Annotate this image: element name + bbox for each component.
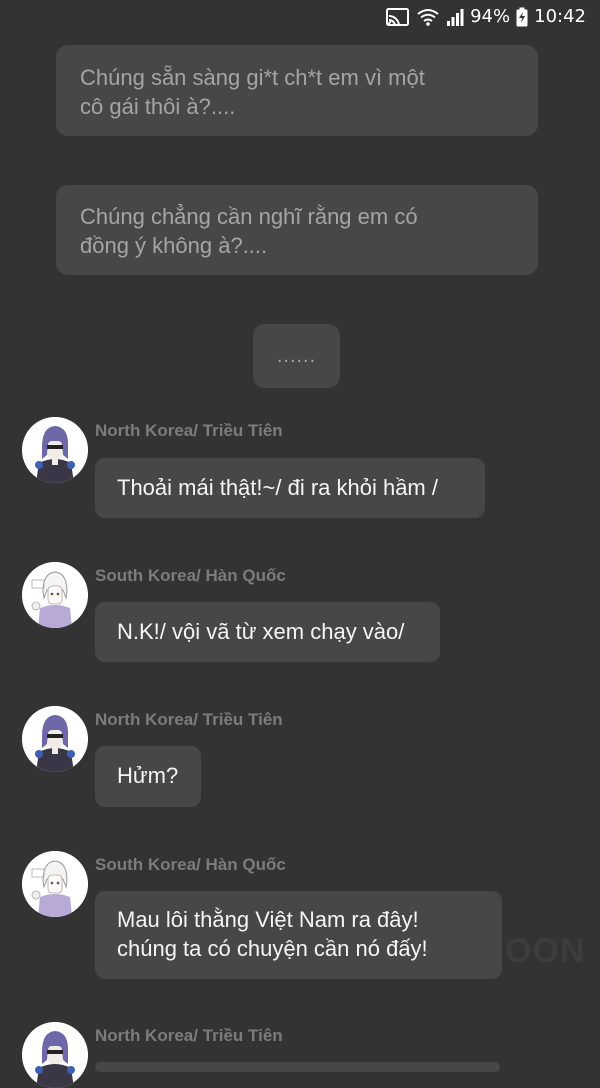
message-bubble: Mau lôi thằng Việt Nam ra đây! chúng ta … (95, 891, 502, 979)
avatar-north-korea[interactable] (22, 417, 88, 483)
wifi-icon (416, 7, 440, 27)
avatar-south-korea[interactable] (22, 562, 88, 628)
narration-line: Chúng chẳng cần nghĩ rằng em có (80, 204, 418, 229)
message-line: Hửm? (117, 763, 179, 788)
narration-box: Chúng sẵn sàng gi*t ch*t em vì một cô gá… (56, 45, 538, 136)
watermark: OON (505, 932, 586, 970)
status-bar: 94% 10:42 (0, 0, 600, 36)
message-bubble: Thoải mái thật!~/ đi ra khỏi hầm / (95, 458, 485, 518)
battery-charging-icon (516, 7, 528, 27)
message-line: Thoải mái thật!~/ đi ra khỏi hầm / (117, 475, 438, 500)
battery-percentage: 94% (470, 6, 511, 27)
message-line: Mau lôi thằng Việt Nam ra đây! (117, 907, 419, 932)
speaker-name: North Korea/ Triều Tiên (95, 710, 283, 729)
narration-box: Chúng chẳng cần nghĩ rằng em có đồng ý k… (56, 185, 538, 275)
narration-line: đồng ý không à?.... (80, 233, 268, 258)
message-bubble (95, 1062, 500, 1072)
clock: 10:42 (534, 6, 586, 27)
message-line: N.K!/ vội vã từ xem chạy vào/ (117, 619, 405, 644)
message-bubble: N.K!/ vội vã từ xem chạy vào/ (95, 602, 440, 662)
cast-icon (386, 7, 410, 27)
message-bubble: Hửm? (95, 746, 201, 807)
speaker-name: South Korea/ Hàn Quốc (95, 855, 286, 874)
ellipsis-box: ...... (253, 324, 340, 388)
avatar-north-korea[interactable] (22, 706, 88, 772)
speaker-name: North Korea/ Triều Tiên (95, 1026, 283, 1045)
speaker-name: South Korea/ Hàn Quốc (95, 566, 286, 585)
avatar-south-korea[interactable] (22, 851, 88, 917)
narration-line: cô gái thôi à?.... (80, 94, 236, 119)
signal-icon (446, 7, 464, 27)
message-line: chúng ta có chuyện cần nó đấy! (117, 936, 428, 961)
avatar-north-korea[interactable] (22, 1022, 88, 1088)
speaker-name: North Korea/ Triều Tiên (95, 421, 283, 440)
narration-line: Chúng sẵn sàng gi*t ch*t em vì một (80, 65, 425, 90)
status-icons: 94% 10:42 (386, 6, 586, 27)
